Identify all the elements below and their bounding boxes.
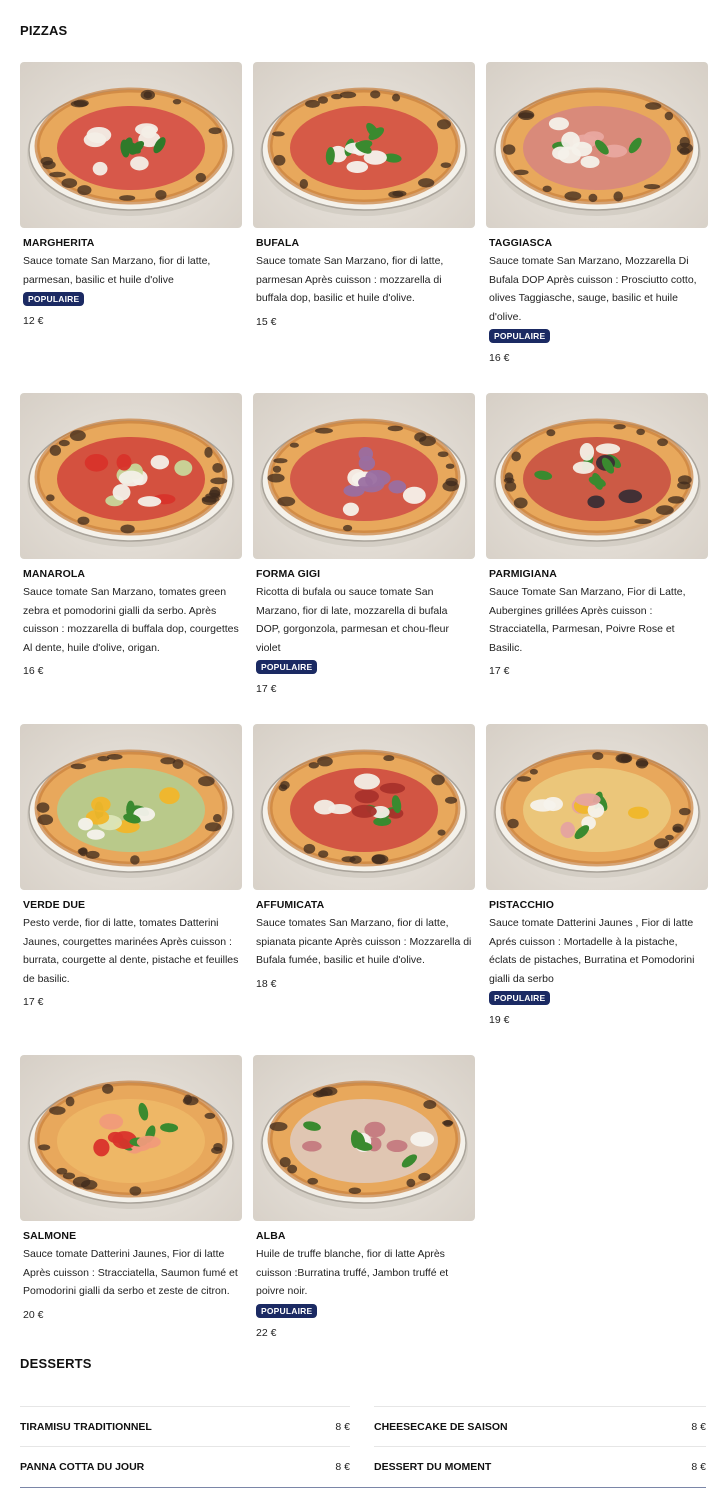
- dessert-price: 8 €: [335, 1421, 350, 1433]
- section-divider: [20, 1487, 706, 1488]
- pizza-description: Sauce tomate San Marzano, fior di latte,…: [23, 255, 211, 286]
- pizza-price: 17 €: [23, 996, 44, 1009]
- pizza-price: 16 €: [23, 665, 44, 678]
- pizza-name: SALMONE: [23, 1230, 77, 1242]
- dessert-name: CHEESECAKE DE SAISON: [374, 1421, 508, 1433]
- dessert-item[interactable]: DESSERT DU MOMENT 8 €: [374, 1446, 706, 1487]
- dessert-price: 8 €: [691, 1421, 706, 1433]
- pizza-card-alba[interactable]: ALBA Huile de truffe blanche, fior di la…: [253, 1055, 475, 1339]
- pizza-price: 12 €: [23, 315, 44, 328]
- pizza-name: MANAROLA: [23, 568, 86, 580]
- dessert-name: PANNA COTTA DU JOUR: [20, 1461, 145, 1473]
- desserts-section-title: DESSERTS: [20, 1356, 92, 1371]
- pizza-price: 17 €: [256, 683, 277, 696]
- pizza-description: Sauce tomate Datterini Jaunes, Fior di l…: [23, 1248, 238, 1298]
- pizza-card-verde-due[interactable]: VERDE DUE Pesto verde, fior di latte, to…: [20, 724, 242, 1008]
- popular-badge: POPULAIRE: [256, 660, 318, 675]
- pizza-card-bufala[interactable]: BUFALA Sauce tomate San Marzano, fior di…: [253, 62, 475, 328]
- pizza-card-forma-gigi[interactable]: FORMA GIGI Ricotta di bufala ou sauce to…: [253, 393, 475, 695]
- pizza-name: TAGGIASCA: [489, 237, 553, 249]
- pizza-name: BUFALA: [256, 237, 300, 249]
- pizza-price: 17 €: [489, 665, 510, 678]
- dessert-price: 8 €: [691, 1461, 706, 1473]
- pizza-card-manarola[interactable]: MANAROLA Sauce tomate San Marzano, tomat…: [20, 393, 242, 677]
- pizza-photo: [20, 724, 242, 890]
- pizza-card-pistacchio[interactable]: PISTACCHIO Sauce tomate Datterini Jaunes…: [486, 724, 708, 1026]
- pizzas-section-title: PIZZAS: [20, 23, 68, 38]
- pizza-description: Sauce tomates San Marzano, fior di latte…: [256, 917, 472, 967]
- pizza-card-parmigiana[interactable]: PARMIGIANA Sauce Tomate San Marzano, Fio…: [486, 393, 708, 677]
- pizza-description: Pesto verde, fior di latte, tomates Datt…: [23, 917, 239, 985]
- popular-badge: POPULAIRE: [489, 991, 551, 1006]
- pizza-card-salmone[interactable]: SALMONE Sauce tomate Datterini Jaunes, F…: [20, 1055, 242, 1321]
- pizza-price: 22 €: [256, 1326, 277, 1339]
- pizza-description: Sauce tomate San Marzano, tomates green …: [23, 586, 239, 654]
- dessert-price: 8 €: [335, 1461, 350, 1473]
- pizza-name: AFFUMICATA: [256, 899, 325, 911]
- pizza-description: Sauce Tomate San Marzano, Fior di Latte,…: [489, 586, 686, 654]
- pizza-photo: [20, 62, 242, 228]
- pizza-name: VERDE DUE: [23, 899, 86, 911]
- pizza-photo: [20, 1055, 242, 1221]
- pizza-name: FORMA GIGI: [256, 568, 321, 580]
- pizza-description: Ricotta di bufala ou sauce tomate San Ma…: [256, 586, 449, 654]
- pizza-card-margherita[interactable]: MARGHERITA Sauce tomate San Marzano, fio…: [20, 62, 242, 327]
- pizza-description: Sauce tomate Datterini Jaunes , Fior di …: [489, 917, 695, 985]
- pizza-name: ALBA: [256, 1230, 286, 1242]
- dessert-item[interactable]: PANNA COTTA DU JOUR 8 €: [20, 1446, 350, 1487]
- pizza-photo: [486, 62, 708, 228]
- dessert-item[interactable]: CHEESECAKE DE SAISON 8 €: [374, 1406, 706, 1447]
- pizza-photo: [253, 724, 475, 890]
- dessert-item[interactable]: TIRAMISU TRADITIONNEL 8 €: [20, 1406, 350, 1447]
- dessert-name: TIRAMISU TRADITIONNEL: [20, 1421, 152, 1433]
- pizza-photo: [486, 393, 708, 559]
- pizza-description: Huile de truffe blanche, fior di latte A…: [256, 1248, 449, 1298]
- pizza-name: PARMIGIANA: [489, 568, 557, 580]
- pizza-description: Sauce tomate San Marzano, fior di latte,…: [256, 255, 444, 305]
- pizza-price: 18 €: [256, 977, 277, 990]
- popular-badge: POPULAIRE: [256, 1303, 318, 1318]
- pizza-photo: [20, 393, 242, 559]
- pizza-card-taggiasca[interactable]: TAGGIASCA Sauce tomate San Marzano, Mozz…: [486, 62, 708, 364]
- pizza-price: 16 €: [489, 352, 510, 365]
- pizza-card-affumicata[interactable]: AFFUMICATA Sauce tomates San Marzano, fi…: [253, 724, 475, 990]
- pizza-photo: [253, 62, 475, 228]
- pizza-photo: [253, 1055, 475, 1221]
- popular-badge: POPULAIRE: [489, 329, 551, 344]
- pizza-description: Sauce tomate San Marzano, Mozzarella Di …: [489, 255, 697, 323]
- dessert-name: DESSERT DU MOMENT: [374, 1461, 492, 1473]
- popular-badge: POPULAIRE: [23, 292, 85, 307]
- pizza-photo: [253, 393, 475, 559]
- pizza-price: 19 €: [489, 1014, 510, 1027]
- pizza-name: PISTACCHIO: [489, 899, 554, 911]
- pizza-photo: [486, 724, 708, 890]
- pizza-price: 15 €: [256, 315, 277, 328]
- pizza-price: 20 €: [23, 1308, 44, 1321]
- pizza-name: MARGHERITA: [23, 237, 95, 249]
